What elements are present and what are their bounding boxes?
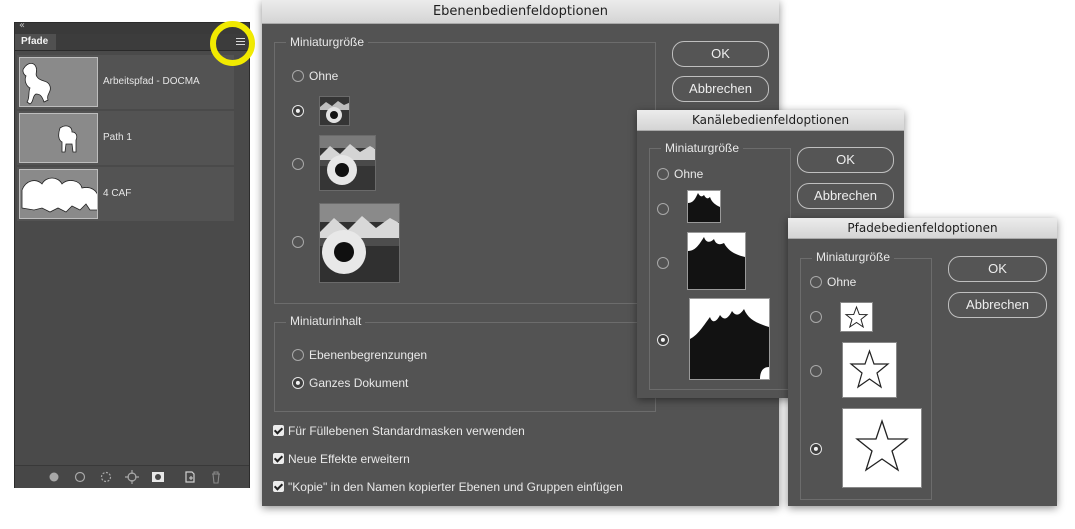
checkbox-default-masks[interactable]: [273, 425, 284, 436]
radio-thumb-large[interactable]: [810, 443, 822, 455]
path-name: Path 1: [103, 132, 132, 143]
cancel-button[interactable]: Abbrechen: [672, 76, 769, 102]
stroke-path-icon[interactable]: [73, 470, 87, 484]
delete-path-icon[interactable]: [209, 470, 223, 484]
sunflower-image-icon: [320, 136, 375, 190]
thumb-preview-small: [840, 302, 873, 332]
load-as-selection-icon[interactable]: [99, 470, 113, 484]
radio-thumb-none-label: Ohne: [309, 69, 339, 83]
collapse-arrows-icon[interactable]: ‹‹: [19, 20, 25, 31]
star-icon: [844, 305, 869, 329]
radio-thumb-medium[interactable]: [810, 365, 822, 377]
thumbnail-content-group: [274, 322, 656, 412]
make-work-path-icon[interactable]: [125, 470, 139, 484]
star-icon: [855, 418, 909, 472]
highlight-circle: [210, 21, 255, 66]
thumb-preview-large: [689, 298, 770, 380]
checkbox-default-masks-label: Für Füllebenen Standardmasken verwenden: [288, 424, 525, 438]
checkbox-add-copy-label: "Kopie" in den Namen kopierter Ebenen un…: [288, 480, 623, 494]
radio-thumb-small[interactable]: [292, 105, 304, 117]
path-thumbnail-caf: [19, 169, 98, 219]
sunflower-mask-icon: [688, 193, 720, 222]
caf-silhouette-icon: [21, 177, 97, 213]
add-mask-icon[interactable]: [151, 470, 165, 484]
radio-thumb-medium[interactable]: [657, 257, 669, 269]
sunflower-image-icon: [320, 97, 349, 125]
thumb-preview-large: [842, 408, 922, 488]
star-icon: [849, 349, 890, 389]
sunflower-image-icon: [320, 204, 399, 282]
paths-panel: ‹‹ Pfade Arbeitspfad - DOCMA Path 1 4 CA…: [14, 20, 250, 488]
ok-button[interactable]: OK: [948, 256, 1047, 282]
path-row-path-1[interactable]: Path 1: [17, 111, 234, 165]
dialog-title: Ebenenbedienfeldoptionen: [262, 0, 779, 24]
paths-panel-options-dialog: Pfadebedienfeldoptionen Miniaturgröße Oh…: [788, 218, 1057, 506]
thumbnail-content-legend: Miniaturinhalt: [286, 314, 366, 328]
radio-entire-document-label: Ganzes Dokument: [309, 376, 409, 390]
checkbox-expand-effects[interactable]: [273, 453, 284, 464]
new-path-icon[interactable]: [183, 470, 197, 484]
thumb-preview-large: [319, 203, 400, 283]
ok-button[interactable]: OK: [797, 147, 894, 173]
thumbnail-size-legend: Miniaturgröße: [812, 250, 895, 264]
fill-path-icon[interactable]: [47, 470, 61, 484]
radio-thumb-none[interactable]: [657, 168, 669, 180]
dialog-title: Kanälebedienfeldoptionen: [637, 110, 904, 131]
ok-button[interactable]: OK: [672, 41, 769, 67]
radio-thumb-none-label: Ohne: [827, 275, 857, 289]
radio-thumb-none[interactable]: [810, 276, 822, 288]
path-thumbnail-horse: [19, 57, 98, 107]
radio-thumb-small[interactable]: [657, 203, 669, 215]
radio-thumb-none-label: Ohne: [674, 167, 704, 181]
sunflower-mask-icon: [688, 237, 745, 289]
panel-footer-toolbar: [15, 465, 249, 488]
radio-thumb-none[interactable]: [292, 70, 304, 82]
radio-entire-document[interactable]: [292, 377, 304, 389]
checkbox-add-copy[interactable]: [273, 481, 284, 492]
thumb-preview-medium: [687, 232, 746, 290]
thumb-preview-small: [687, 190, 721, 223]
cancel-button[interactable]: Abbrechen: [948, 292, 1047, 318]
thumb-preview-medium: [842, 342, 897, 398]
radio-thumb-small[interactable]: [810, 311, 822, 323]
thumb-preview-small: [319, 96, 350, 126]
path-row-work-path[interactable]: Arbeitspfad - DOCMA: [17, 55, 234, 109]
radio-thumb-large[interactable]: [292, 236, 304, 248]
radio-layer-bounds[interactable]: [292, 349, 304, 361]
path-name: Arbeitspfad - DOCMA: [103, 76, 200, 87]
checkbox-expand-effects-label: Neue Effekte erweitern: [288, 452, 410, 466]
thumbnail-size-legend: Miniaturgröße: [286, 35, 369, 49]
tab-paths[interactable]: Pfade: [15, 34, 56, 50]
horse-small-silhouette-icon: [58, 125, 78, 153]
sunflower-mask-icon: [690, 309, 769, 379]
thumbnail-size-legend: Miniaturgröße: [661, 141, 744, 155]
radio-layer-bounds-label: Ebenenbegrenzungen: [309, 348, 428, 362]
path-row-4-caf[interactable]: 4 CAF: [17, 167, 234, 221]
dialog-title: Pfadebedienfeldoptionen: [788, 218, 1057, 239]
thumb-preview-medium: [319, 135, 376, 191]
path-name: 4 CAF: [103, 188, 132, 199]
radio-thumb-large[interactable]: [657, 334, 669, 346]
cancel-button[interactable]: Abbrechen: [797, 183, 894, 209]
path-thumbnail-horse-small: [19, 113, 98, 163]
horse-silhouette-icon: [22, 62, 51, 105]
radio-thumb-medium[interactable]: [292, 158, 304, 170]
